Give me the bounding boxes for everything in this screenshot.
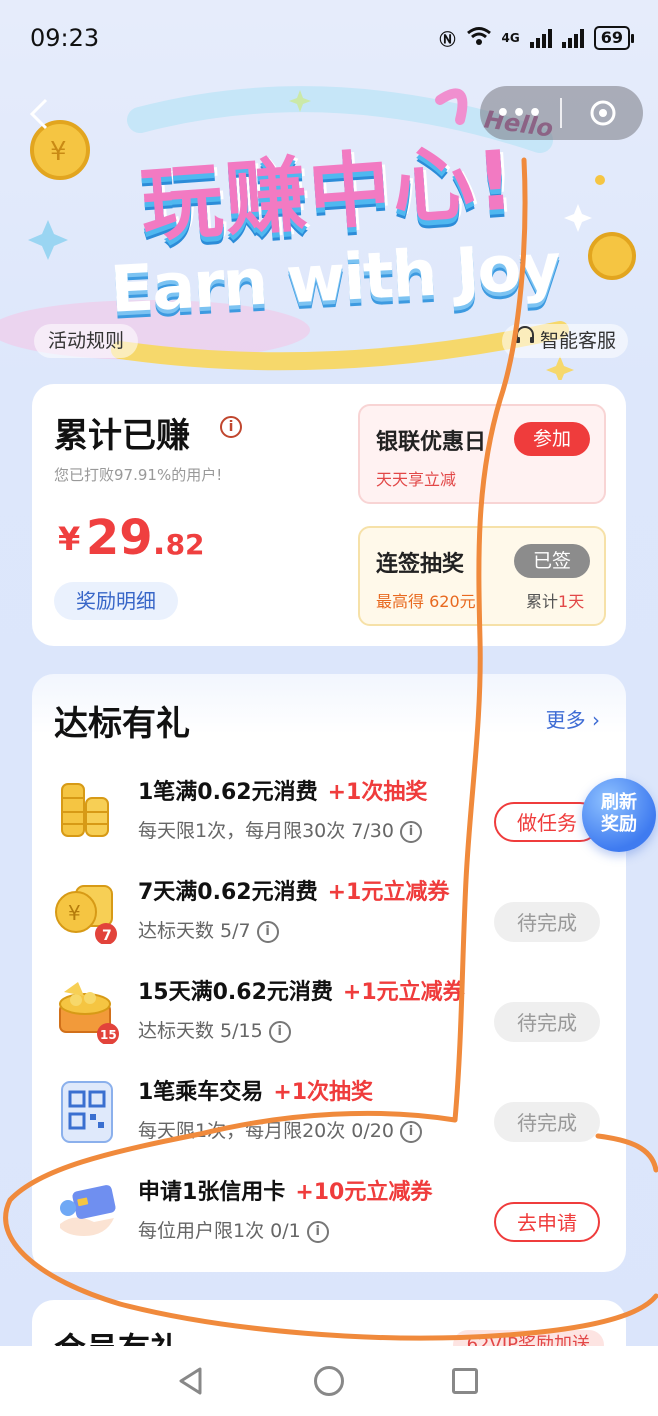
task-title: 7天满0.62元消费 xyxy=(138,880,318,905)
tasks-card: 达标有礼 更多 › 1笔满0.62元消费 +1次抽奖 每天限1次，每月限30次 7… xyxy=(32,674,626,1272)
task-item: ¥7 7天满0.62元消费 +1元立减券 达标天数 5/7 i 待完成 xyxy=(32,874,626,974)
task-name: 申请1张信用卡 +10元立减券 xyxy=(138,1174,432,1206)
info-icon[interactable]: i xyxy=(268,1020,291,1043)
task-title: 申请1张信用卡 xyxy=(138,1180,286,1205)
task-reward: +1元立减券 xyxy=(342,980,465,1005)
nfc-icon: Ⓝ xyxy=(439,30,456,49)
more-options-icon[interactable]: ••• xyxy=(480,101,560,126)
status-time: 09:23 xyxy=(30,24,100,52)
task-desc: 达标天数 5/7 i xyxy=(138,916,279,943)
signin-lottery-promo[interactable]: 连签抽奖 已签 最高得 620元 累计1天 xyxy=(358,526,606,626)
task-desc: 每天限1次，每月限20次 0/20 i xyxy=(138,1116,422,1143)
currency-symbol: ¥ xyxy=(58,520,81,558)
svg-text:¥: ¥ xyxy=(68,901,81,925)
credit-card-icon xyxy=(54,1178,120,1244)
task-desc-text: 每天限1次，每月限20次 0/20 xyxy=(138,1120,394,1142)
task-desc: 每位用户限1次 0/1 i xyxy=(138,1216,329,1243)
unionpay-promo-title: 银联优惠日 xyxy=(376,430,487,455)
amount-dot: . xyxy=(152,523,166,563)
streak-prefix: 累计 xyxy=(526,592,559,611)
battery-icon: 69 xyxy=(593,26,635,50)
task-title: 1笔满0.62元消费 xyxy=(138,780,318,805)
back-arrow-icon[interactable] xyxy=(26,96,54,132)
refresh-label-2: 奖励 xyxy=(601,814,637,835)
more-tasks-link[interactable]: 更多 › xyxy=(546,704,600,733)
earnings-subtitle: 您已打败97.91%的用户! xyxy=(54,466,223,484)
customer-service-button[interactable]: 智能客服 xyxy=(501,324,628,358)
task-item: 1笔乘车交易 +1次抽奖 每天限1次，每月限20次 0/20 i 待完成 xyxy=(32,1074,626,1174)
wifi-icon xyxy=(466,26,492,50)
info-icon[interactable]: i xyxy=(399,820,422,843)
task-item: 申请1张信用卡 +10元立减券 每位用户限1次 0/1 i 去申请 xyxy=(32,1174,626,1274)
refresh-label-1: 刷新 xyxy=(601,792,637,813)
earnings-amount: ¥ 29.82 xyxy=(58,510,205,566)
task-reward: +10元立减券 xyxy=(295,1180,433,1205)
headset-icon xyxy=(514,324,536,358)
task-item: 1笔满0.62元消费 +1次抽奖 每天限1次，每月限30次 7/30 i 做任务 xyxy=(32,774,626,874)
network-type: 4G xyxy=(501,31,520,45)
refresh-rewards-button[interactable]: 刷新 奖励 xyxy=(582,778,656,852)
reward-details-button[interactable]: 奖励明细 xyxy=(54,582,178,620)
task-title: 15天满0.62元消费 xyxy=(138,980,333,1005)
treasure-box-icon: 15 xyxy=(54,978,120,1045)
pending-button[interactable]: 待完成 xyxy=(494,1002,600,1042)
status-icons: Ⓝ 4G 69 xyxy=(439,26,635,50)
unionpay-promo[interactable]: 银联优惠日 参加 天天享立减 xyxy=(358,404,606,504)
task-name: 1笔满0.62元消费 +1次抽奖 xyxy=(138,774,427,806)
streak-days: 1天 xyxy=(558,592,585,611)
task-desc-text: 每位用户限1次 0/1 xyxy=(138,1220,301,1242)
nav-home-icon[interactable] xyxy=(314,1366,344,1396)
task-reward: +1次抽奖 xyxy=(273,1080,374,1105)
tasks-title: 达标有礼 xyxy=(54,704,190,744)
apply-button[interactable]: 去申请 xyxy=(494,1202,600,1242)
nav-back-icon[interactable] xyxy=(176,1366,206,1400)
task-reward: +1元立减券 xyxy=(327,880,450,905)
task-desc: 每天限1次，每月限30次 7/30 i xyxy=(138,816,422,843)
task-name: 1笔乘车交易 +1次抽奖 xyxy=(138,1074,373,1106)
system-nav-bar xyxy=(0,1346,658,1416)
day-badge-15: 15 xyxy=(100,1028,117,1042)
earnings-title: 累计已赚 xyxy=(54,416,190,456)
earnings-card: 累计已赚 i 您已打败97.91%的用户! ¥ 29.82 奖励明细 银联优惠日… xyxy=(32,384,626,646)
svg-text:¥: ¥ xyxy=(50,137,67,167)
amount-integer: 29 xyxy=(85,510,153,566)
activity-rules-button[interactable]: 活动规则 xyxy=(34,324,139,358)
amount-decimal: 82 xyxy=(165,528,205,561)
pending-button[interactable]: 待完成 xyxy=(494,1102,600,1142)
task-name: 7天满0.62元消费 +1元立减券 xyxy=(138,874,449,906)
pending-button[interactable]: 待完成 xyxy=(494,902,600,942)
signal-icon xyxy=(529,28,552,48)
close-miniapp-button[interactable] xyxy=(562,99,643,127)
task-desc-text: 达标天数 5/7 xyxy=(138,920,251,942)
signal-icon-2 xyxy=(561,28,584,48)
unionpay-promo-desc: 天天享立减 xyxy=(376,470,457,489)
info-icon[interactable]: i xyxy=(256,920,279,943)
task-title: 1笔乘车交易 xyxy=(138,1080,264,1105)
task-reward: +1次抽奖 xyxy=(327,780,428,805)
task-desc-text: 每天限1次，每月限30次 7/30 xyxy=(138,820,394,842)
day-badge-7: 7 xyxy=(102,928,112,944)
task-desc: 达标天数 5/15 i xyxy=(138,1016,291,1043)
coin-stack-icon: ¥7 xyxy=(54,878,120,945)
signed-button[interactable]: 已签 xyxy=(514,544,590,578)
task-name: 15天满0.62元消费 +1元立减券 xyxy=(138,974,465,1006)
close-circle-icon xyxy=(590,100,615,126)
qr-code-icon xyxy=(54,1078,120,1144)
signin-promo-title: 连签抽奖 xyxy=(376,552,465,577)
task-item: 15 15天满0.62元消费 +1元立减券 达标天数 5/15 i 待完成 xyxy=(32,974,626,1074)
status-bar: 09:23 Ⓝ 4G 69 xyxy=(0,0,658,80)
info-icon[interactable]: i xyxy=(220,416,244,440)
miniapp-capsule: ••• xyxy=(480,86,643,140)
info-icon[interactable]: i xyxy=(306,1220,329,1243)
customer-service-label: 智能客服 xyxy=(539,330,616,352)
nav-recents-icon[interactable] xyxy=(452,1368,478,1394)
signin-promo-desc: 最高得 620元 xyxy=(376,592,476,611)
gold-coins-icon xyxy=(54,778,120,844)
info-icon[interactable]: i xyxy=(399,1120,422,1143)
join-button[interactable]: 参加 xyxy=(514,422,590,456)
task-desc-text: 达标天数 5/15 xyxy=(138,1020,263,1042)
signin-streak: 累计1天 xyxy=(526,588,584,612)
